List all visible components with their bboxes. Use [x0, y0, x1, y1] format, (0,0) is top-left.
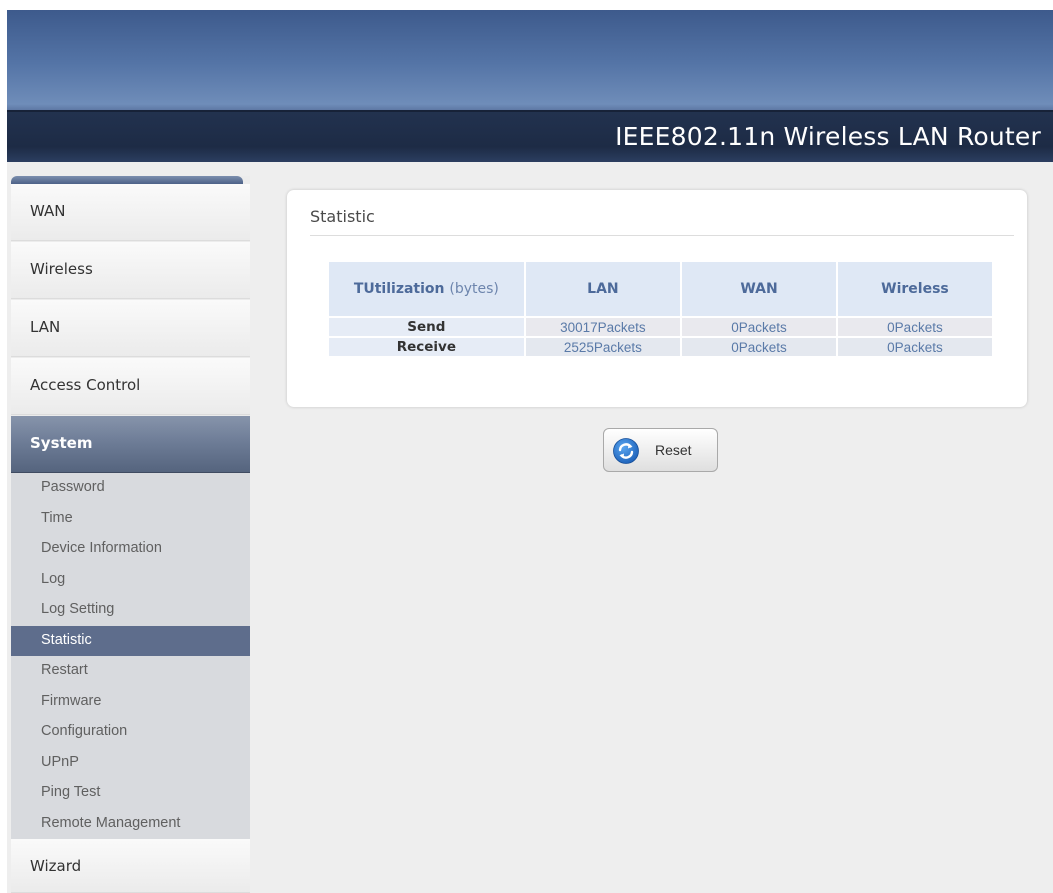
- app-header: IEEE802.11n Wireless LAN Router: [7, 10, 1053, 162]
- table-row-receive: Receive 2525Packets 0Packets 0Packets: [329, 338, 992, 356]
- submenu-item-label: Device Information: [41, 540, 162, 556]
- menu-item-wan[interactable]: WAN: [11, 184, 250, 241]
- cell-send-wireless: 0Packets: [837, 318, 992, 336]
- cell-receive-wireless: 0Packets: [837, 338, 992, 356]
- submenu-item-log[interactable]: Log: [11, 565, 250, 595]
- statistic-panel: Statistic TUtilization (bytes) LAN WAN W…: [287, 190, 1027, 407]
- menu-item-wireless[interactable]: Wireless: [11, 242, 250, 299]
- panel-divider: [310, 235, 1014, 236]
- cell-receive-lan: 2525Packets: [525, 338, 681, 356]
- cell-send-wan: 0Packets: [682, 318, 836, 336]
- submenu-item-label: Firmware: [41, 692, 102, 709]
- system-submenu: Password Time Device Information Log Log…: [11, 473, 250, 839]
- menu-item-access-control[interactable]: Access Control: [11, 358, 250, 415]
- reset-button[interactable]: Reset: [603, 428, 718, 472]
- submenu-item-statistic[interactable]: Statistic: [11, 625, 250, 656]
- menu-item-label: Wireless: [30, 260, 93, 278]
- sidebar: WAN Wireless LAN Access Control System P…: [11, 176, 250, 893]
- submenu-item-label: Ping Test: [41, 784, 101, 800]
- submenu-item-label: Log: [41, 570, 66, 587]
- submenu-item-remote-management[interactable]: Remote Management: [11, 809, 250, 839]
- utilization-unit: (bytes): [449, 281, 499, 297]
- menu-item-wizard[interactable]: Wizard: [11, 839, 250, 893]
- menu-item-label: Access Control: [30, 376, 141, 394]
- submenu-item-label: Password: [41, 479, 105, 495]
- submenu-item-time[interactable]: Time: [11, 504, 250, 534]
- menu-item-label: Wizard: [30, 857, 82, 875]
- submenu-item-label: UPnP: [41, 753, 79, 770]
- submenu-item-password[interactable]: Password: [11, 473, 250, 503]
- submenu-item-log-setting[interactable]: Log Setting: [11, 595, 250, 625]
- menu-item-label: WAN: [30, 202, 66, 220]
- submenu-item-label: Time: [41, 509, 73, 526]
- submenu-item-device-information[interactable]: Device Information: [11, 534, 250, 564]
- column-header-utilization: TUtilization (bytes): [329, 262, 524, 316]
- table-header-row: TUtilization (bytes) LAN WAN Wireless: [329, 262, 992, 316]
- menu-item-label: System: [30, 434, 93, 452]
- row-label-send: Send: [329, 318, 524, 336]
- submenu-item-ping-test[interactable]: Ping Test: [11, 778, 250, 808]
- router-title: IEEE802.11n Wireless LAN Router: [615, 122, 1041, 151]
- submenu-item-restart[interactable]: Restart: [11, 656, 250, 686]
- menu-item-lan[interactable]: LAN: [11, 300, 250, 357]
- panel-title: Statistic: [310, 207, 375, 226]
- cell-send-lan: 30017Packets: [525, 318, 681, 336]
- utilization-label: TUtilization: [353, 281, 445, 297]
- cell-receive-wan: 0Packets: [682, 338, 836, 356]
- submenu-item-upnp[interactable]: UPnP: [11, 748, 250, 778]
- column-header-wireless: Wireless: [837, 262, 992, 316]
- refresh-icon: [613, 438, 639, 464]
- submenu-item-configuration[interactable]: Configuration: [11, 717, 250, 747]
- row-label-receive: Receive: [329, 338, 524, 356]
- statistics-table: TUtilization (bytes) LAN WAN Wireless Se…: [327, 260, 994, 358]
- header-divider: [7, 110, 1053, 112]
- submenu-item-label: Log Setting: [41, 601, 115, 617]
- menu-item-system[interactable]: System: [11, 416, 250, 473]
- reset-button-label: Reset: [655, 442, 692, 458]
- submenu-item-firmware[interactable]: Firmware: [11, 687, 250, 717]
- submenu-item-label: Statistic: [41, 631, 92, 648]
- submenu-item-label: Remote Management: [41, 814, 181, 831]
- table-row-send: Send 30017Packets 0Packets 0Packets: [329, 318, 992, 336]
- menu-item-label: LAN: [30, 318, 61, 336]
- sidebar-top-bar: [11, 176, 243, 184]
- column-header-lan: LAN: [525, 262, 681, 316]
- submenu-item-label: Restart: [41, 662, 88, 678]
- column-header-wan: WAN: [682, 262, 836, 316]
- submenu-item-label: Configuration: [41, 723, 128, 739]
